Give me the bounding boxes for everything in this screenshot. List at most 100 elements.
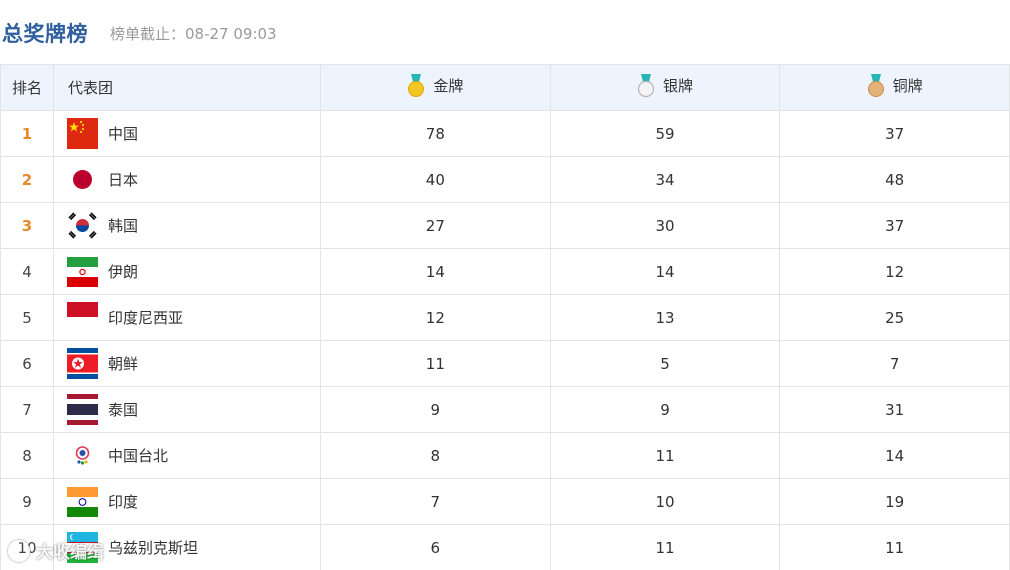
rank-cell: 5 xyxy=(22,308,32,327)
table-row[interactable]: 7 泰国 9 9 31 xyxy=(0,386,1010,433)
col-silver-header[interactable]: 银牌 xyxy=(549,64,781,111)
team-name: 韩国 xyxy=(108,217,139,235)
bronze-count: 48 xyxy=(779,156,1010,203)
gold-medal-icon xyxy=(408,73,425,97)
gold-count: 12 xyxy=(320,294,551,341)
team-name: 乌兹别克斯坦 xyxy=(108,539,199,557)
rank-cell: 2 xyxy=(21,170,33,189)
team-name: 伊朗 xyxy=(108,263,139,281)
col-team-header[interactable]: 代表团 xyxy=(53,64,321,111)
thailand-flag-icon xyxy=(67,394,98,425)
table-row[interactable]: 2 日本 40 34 48 xyxy=(0,156,1010,203)
col-rank-header[interactable]: 排名 xyxy=(0,64,54,111)
medal-table: 排名 代表团 金牌 银牌 铜牌 1 中国 78 59 37 2 日本 40 34… xyxy=(0,64,1010,570)
china-flag-icon xyxy=(67,118,98,149)
team-cell[interactable]: 伊朗 xyxy=(67,256,320,287)
table-row[interactable]: 5 印度尼西亚 12 13 25 xyxy=(0,294,1010,341)
india-flag-icon xyxy=(67,486,98,517)
gold-count: 8 xyxy=(320,432,551,479)
table-row[interactable]: 10 乌兹别克斯坦 6 11 11 xyxy=(0,524,1010,570)
rank-cell: 3 xyxy=(21,216,33,235)
silver-count: 10 xyxy=(549,478,781,525)
silver-medal-icon xyxy=(637,73,655,97)
col-gold-header[interactable]: 金牌 xyxy=(320,64,551,111)
silver-count: 5 xyxy=(549,340,781,387)
rank-cell: 4 xyxy=(22,262,32,281)
team-name: 印度 xyxy=(108,493,139,511)
north-korea-flag-icon xyxy=(67,348,98,379)
silver-count: 9 xyxy=(549,386,781,433)
page-title: 总奖牌榜 xyxy=(2,22,88,46)
rank-cell: 6 xyxy=(22,354,32,373)
team-cell[interactable]: 乌兹别克斯坦 xyxy=(67,532,320,563)
team-cell[interactable]: 韩国 xyxy=(67,210,320,241)
gold-count: 78 xyxy=(320,110,551,157)
indonesia-flag-icon xyxy=(67,302,98,333)
team-name: 中国台北 xyxy=(108,447,169,465)
rank-cell: 9 xyxy=(22,492,32,511)
bronze-count: 25 xyxy=(779,294,1010,341)
watermark-text: 大收编缉 xyxy=(36,543,104,563)
gold-count: 7 xyxy=(320,478,551,525)
gold-header-group: 金牌 xyxy=(407,73,464,98)
col-team-label: 代表团 xyxy=(68,79,114,97)
rank-cell: 8 xyxy=(22,446,32,465)
bronze-header-group: 铜牌 xyxy=(867,73,923,98)
bronze-count: 37 xyxy=(779,110,1010,157)
silver-count: 13 xyxy=(549,294,781,341)
iran-flag-icon xyxy=(67,256,98,287)
silver-count: 34 xyxy=(549,156,781,203)
gold-count: 6 xyxy=(320,524,551,570)
bronze-medal-icon xyxy=(867,73,884,97)
col-rank-label: 排名 xyxy=(11,79,42,97)
silver-count: 59 xyxy=(549,110,781,157)
deadline-text: 榜单截止：08-27 09:03 xyxy=(110,25,277,43)
col-bronze-header[interactable]: 铜牌 xyxy=(779,64,1010,111)
gold-count: 27 xyxy=(320,202,551,249)
table-row[interactable]: 1 中国 78 59 37 xyxy=(0,110,1010,157)
team-name: 印度尼西亚 xyxy=(108,309,184,327)
silver-count: 30 xyxy=(549,202,781,249)
silver-count: 11 xyxy=(549,432,781,479)
medal-table-body: 1 中国 78 59 37 2 日本 40 34 48 3 韩国 27 30 3… xyxy=(0,110,1010,570)
header-row: 排名 代表团 金牌 银牌 铜牌 xyxy=(0,64,1010,111)
bronze-count: 37 xyxy=(779,202,1010,249)
team-name: 泰国 xyxy=(108,401,139,419)
team-name: 朝鲜 xyxy=(108,355,139,373)
rank-cell: 7 xyxy=(22,400,32,419)
gold-count: 9 xyxy=(320,386,551,433)
team-cell[interactable]: 印度 xyxy=(67,486,320,517)
team-cell[interactable]: 日本 xyxy=(67,164,320,195)
silver-count: 14 xyxy=(549,248,781,295)
col-gold-label: 金牌 xyxy=(433,77,464,95)
watermark: 大收编缉 xyxy=(8,538,104,563)
table-row[interactable]: 8 中国台北 8 11 14 xyxy=(0,432,1010,479)
team-cell[interactable]: 朝鲜 xyxy=(67,348,320,379)
silver-header-group: 银牌 xyxy=(637,73,693,98)
silver-count: 11 xyxy=(549,524,781,570)
chinese-taipei-flag-icon xyxy=(67,440,98,471)
col-silver-label: 银牌 xyxy=(662,77,693,95)
table-row[interactable]: 3 韩国 27 30 37 xyxy=(0,202,1010,249)
bronze-count: 19 xyxy=(779,478,1010,525)
col-bronze-label: 铜牌 xyxy=(892,77,923,95)
team-name: 中国 xyxy=(108,125,139,143)
gold-count: 11 xyxy=(320,340,551,387)
team-cell[interactable]: 泰国 xyxy=(67,394,320,425)
team-cell[interactable]: 中国台北 xyxy=(67,440,320,471)
rank-cell: 1 xyxy=(21,124,33,143)
table-row[interactable]: 9 印度 7 10 19 xyxy=(0,478,1010,525)
page-header: 总奖牌榜 榜单截止：08-27 09:03 xyxy=(0,0,1010,64)
japan-flag-icon xyxy=(67,164,98,195)
korea-flag-icon xyxy=(67,210,98,241)
table-row[interactable]: 4 伊朗 14 14 12 xyxy=(0,248,1010,295)
team-cell[interactable]: 印度尼西亚 xyxy=(67,302,320,333)
medal-table-header: 排名 代表团 金牌 银牌 铜牌 xyxy=(0,64,1010,111)
table-row[interactable]: 6 朝鲜 11 5 7 xyxy=(0,340,1010,387)
watermark-logo-icon xyxy=(8,539,30,562)
team-name: 日本 xyxy=(108,171,139,189)
gold-count: 14 xyxy=(320,248,551,295)
bronze-count: 12 xyxy=(779,248,1010,295)
team-cell[interactable]: 中国 xyxy=(67,118,320,149)
bronze-count: 14 xyxy=(779,432,1010,479)
